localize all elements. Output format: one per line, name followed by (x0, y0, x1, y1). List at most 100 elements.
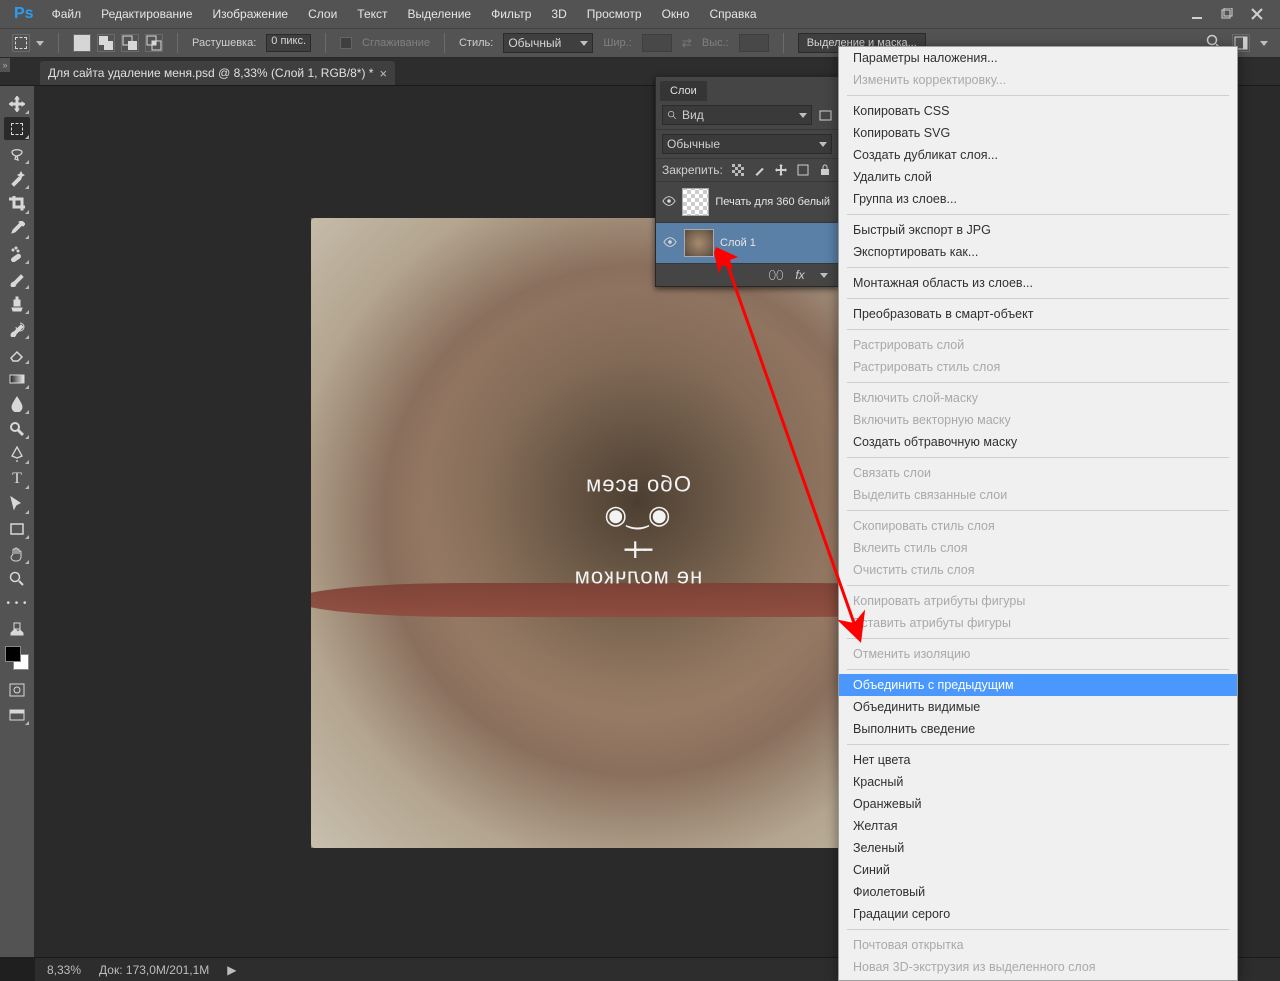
lock-all-icon[interactable] (818, 163, 832, 177)
menu-view[interactable]: Просмотр (577, 0, 652, 28)
menu-select[interactable]: Выделение (398, 0, 482, 28)
fx-icon[interactable]: fx (792, 267, 808, 283)
tab-title: Для сайта удаление меня.psd @ 8,33% (Сло… (48, 66, 373, 80)
menu-help[interactable]: Справка (699, 0, 766, 28)
feather-label: Растушевка: (192, 37, 256, 49)
filter-pixel-icon[interactable] (818, 108, 832, 122)
watermark-face-icon: ◉‿◉━╋━━ (573, 499, 701, 561)
context-menu-item[interactable]: Зеленый (839, 837, 1237, 859)
context-menu-item[interactable]: Быстрый экспорт в JPG (839, 219, 1237, 241)
magic-wand-tool[interactable] (4, 167, 30, 190)
zoom-tool[interactable] (4, 567, 30, 590)
context-menu-item[interactable]: Преобразовать в смарт-объект (839, 303, 1237, 325)
path-select-tool[interactable] (4, 492, 30, 515)
context-menu-item[interactable]: Копировать CSS (839, 100, 1237, 122)
context-menu-item[interactable]: Объединить видимые (839, 696, 1237, 718)
zoom-level[interactable]: 8,33% (47, 963, 81, 977)
menu-separator (847, 585, 1229, 586)
lock-transparency-icon[interactable] (731, 163, 745, 177)
lock-position-icon[interactable] (775, 163, 789, 177)
menu-filter[interactable]: Фильтр (481, 0, 541, 28)
document-tab[interactable]: Для сайта удаление меня.psd @ 8,33% (Сло… (40, 61, 395, 85)
context-menu-item[interactable]: Создать дубликат слоя... (839, 144, 1237, 166)
context-menu-item[interactable]: Нет цвета (839, 749, 1237, 771)
pen-tool[interactable] (4, 442, 30, 465)
context-menu-item[interactable]: Фиолетовый (839, 881, 1237, 903)
menu-layer[interactable]: Слои (298, 0, 347, 28)
tool-preset[interactable] (12, 34, 44, 52)
feather-input[interactable]: 0 пикс. (266, 34, 311, 52)
context-menu-item[interactable]: Градации серого (839, 903, 1237, 925)
eraser-tool[interactable] (4, 342, 30, 365)
context-menu-item: Новая 3D-экструзия из выделенного слоя (839, 956, 1237, 978)
crop-tool[interactable] (4, 192, 30, 215)
healing-brush-tool[interactable] (4, 242, 30, 265)
clone-stamp-tool[interactable] (4, 292, 30, 315)
context-menu-item[interactable]: Оранжевый (839, 793, 1237, 815)
select-add-icon[interactable] (97, 34, 115, 52)
status-flyout-icon[interactable]: ▶ (227, 963, 236, 977)
layer-row[interactable]: Слой 1 (656, 223, 838, 264)
move-tool[interactable] (4, 92, 30, 115)
dodge-tool[interactable] (4, 417, 30, 440)
layer-name[interactable]: Печать для 360 белый дл (715, 196, 832, 208)
context-menu-item[interactable]: Удалить слой (839, 166, 1237, 188)
context-menu-item[interactable]: Монтажная область из слоев... (839, 272, 1237, 294)
lasso-tool[interactable] (4, 142, 30, 165)
separator (783, 33, 784, 53)
lock-pixels-icon[interactable] (753, 163, 767, 177)
window-close-button[interactable] (1244, 4, 1270, 24)
layer-row[interactable]: Печать для 360 белый дл (656, 182, 838, 223)
history-brush-tool[interactable] (4, 317, 30, 340)
edit-toolbar[interactable] (4, 617, 30, 640)
lock-artboard-icon[interactable] (796, 163, 810, 177)
gradient-tool[interactable] (4, 367, 30, 390)
window-minimize-button[interactable] (1184, 4, 1210, 24)
brush-tool[interactable] (4, 267, 30, 290)
layer-thumbnail[interactable] (684, 229, 714, 257)
menu-file[interactable]: Файл (42, 0, 92, 28)
context-menu-item[interactable]: Красный (839, 771, 1237, 793)
foreground-color-swatch[interactable] (5, 646, 21, 662)
context-menu-item[interactable]: Объединить с предыдущим (839, 674, 1237, 696)
quickmask-toggle[interactable] (4, 678, 30, 701)
layer-name[interactable]: Слой 1 (720, 237, 756, 249)
context-menu-item[interactable]: Экспортировать как... (839, 241, 1237, 263)
panel-collapse-handle[interactable]: » (0, 58, 10, 72)
layers-tab[interactable]: Слои (660, 81, 707, 101)
blur-tool[interactable] (4, 392, 30, 415)
shape-tool[interactable] (4, 517, 30, 540)
eyedropper-tool[interactable] (4, 217, 30, 240)
context-menu-item[interactable]: Параметры наложения... (839, 47, 1237, 69)
select-subtract-icon[interactable] (121, 34, 139, 52)
type-tool[interactable]: T (4, 467, 30, 490)
context-menu-item[interactable]: Синий (839, 859, 1237, 881)
layer-thumbnail[interactable] (682, 188, 709, 216)
menu-edit[interactable]: Редактирование (91, 0, 202, 28)
menu-type[interactable]: Текст (347, 0, 397, 28)
context-menu-item[interactable]: Создать обтравочную маску (839, 431, 1237, 453)
layers-filter-select[interactable]: Вид (662, 105, 812, 125)
select-intersect-icon[interactable] (145, 34, 163, 52)
blend-mode-select[interactable]: Обычные (662, 134, 832, 154)
menu-window[interactable]: Окно (652, 0, 700, 28)
context-menu-item[interactable]: Группа из слоев... (839, 188, 1237, 210)
hand-tool[interactable] (4, 542, 30, 565)
context-menu-item[interactable]: Желтая (839, 815, 1237, 837)
more-tools[interactable]: • • • (4, 592, 30, 615)
context-menu-item[interactable]: Копировать SVG (839, 122, 1237, 144)
visibility-toggle-icon[interactable] (662, 194, 676, 211)
menu-3d[interactable]: 3D (541, 0, 576, 28)
marquee-tool[interactable] (4, 117, 30, 140)
color-swatches[interactable] (5, 646, 29, 670)
close-icon[interactable]: × (379, 66, 387, 81)
style-select[interactable]: Обычный (503, 33, 593, 53)
select-new-icon[interactable] (73, 34, 91, 52)
link-layers-icon[interactable]: ⬯⬯ (768, 267, 784, 283)
menu-image[interactable]: Изображение (203, 0, 299, 28)
window-maximize-button[interactable] (1214, 4, 1240, 24)
doc-info[interactable]: Док: 173,0M/201,1M (99, 963, 209, 977)
context-menu-item[interactable]: Выполнить сведение (839, 718, 1237, 740)
visibility-toggle-icon[interactable] (662, 235, 678, 252)
screenmode-toggle[interactable] (4, 703, 30, 726)
